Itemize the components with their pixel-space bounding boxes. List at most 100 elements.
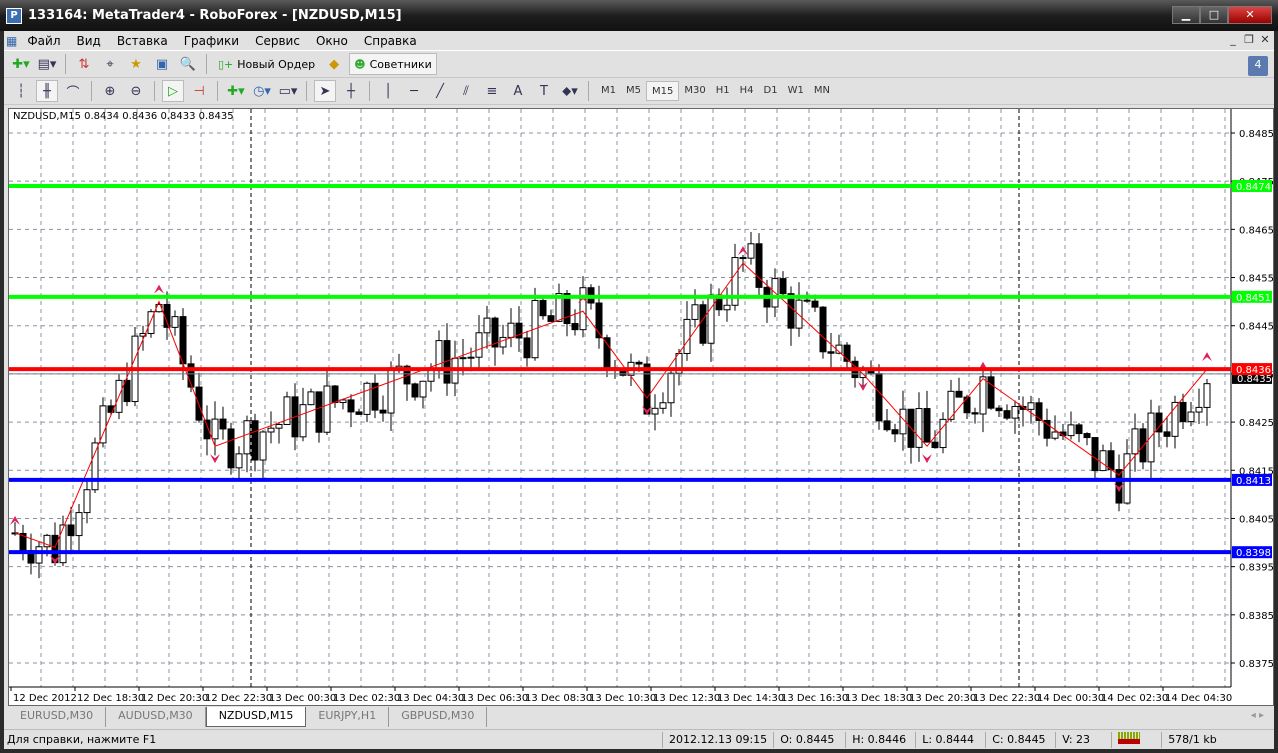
fibonacci-icon[interactable]: ≡ xyxy=(481,80,503,102)
market-watch-icon[interactable]: ⇅ xyxy=(73,53,95,75)
status-low: L: 0.8444 xyxy=(915,731,985,748)
tester-icon[interactable]: 🔍 xyxy=(177,53,199,75)
menu-4[interactable]: Сервис xyxy=(247,34,308,48)
bear-candle-body xyxy=(891,429,899,435)
notifications-badge[interactable]: 4 xyxy=(1248,56,1268,76)
new-order-button[interactable]: ▯+ Новый Ордер xyxy=(214,53,319,75)
chart-shift-icon[interactable]: ⊣ xyxy=(188,80,210,102)
text-label-icon[interactable]: T xyxy=(533,80,555,102)
terminal-icon[interactable]: ▣ xyxy=(151,53,173,75)
bear-candle-body xyxy=(523,337,531,359)
channel-icon[interactable]: ⫽ xyxy=(455,80,477,102)
price-tick-label: 0.8445 xyxy=(1239,322,1273,333)
autoscroll-icon[interactable]: ▷ xyxy=(162,80,184,102)
menu-6[interactable]: Справка xyxy=(356,34,425,48)
bull-candle-body xyxy=(979,376,987,415)
warning-icon[interactable]: ◆ xyxy=(323,53,345,75)
menu-5[interactable]: Окно xyxy=(308,34,356,48)
tab-eurjpy-h1[interactable]: EURJPY,H1 xyxy=(306,707,390,727)
profiles-icon[interactable]: ▤▾ xyxy=(36,53,58,75)
bull-candle-body xyxy=(323,385,331,433)
bear-candle-body xyxy=(411,383,419,398)
tab-scroll-arrows[interactable]: ◂ ▸ xyxy=(1251,710,1264,721)
candle xyxy=(1067,411,1075,440)
minimize-button[interactable]: ▁ xyxy=(1172,6,1200,24)
bear-candle-body xyxy=(1179,401,1187,423)
timeframe-m5[interactable]: M5 xyxy=(621,81,646,101)
vertical-line-icon[interactable]: │ xyxy=(377,80,399,102)
cursor-icon[interactable]: ➤ xyxy=(314,80,336,102)
tab-nzdusd-m15[interactable]: NZDUSD,M15 xyxy=(205,707,307,727)
connection-icon xyxy=(1111,731,1161,748)
bull-candle-body xyxy=(1187,411,1195,423)
price-chart[interactable]: 0.84850.84750.84650.84550.84450.84350.84… xyxy=(9,109,1274,705)
menu-0[interactable]: Файл xyxy=(19,34,68,48)
candle xyxy=(539,297,547,320)
bull-candle-body xyxy=(475,332,483,358)
bull-candle-body xyxy=(1011,405,1019,419)
navigator-icon[interactable]: ★ xyxy=(125,53,147,75)
candle xyxy=(1043,408,1051,447)
bear-candle-body xyxy=(379,409,387,414)
zoom-in-icon[interactable]: ⊕ xyxy=(99,80,121,102)
text-icon[interactable]: A xyxy=(507,80,529,102)
bear-candle-body xyxy=(971,412,979,415)
bull-candle-body xyxy=(723,304,731,311)
bear-candle-body xyxy=(987,376,995,409)
bull-candle-body xyxy=(915,408,923,448)
timeframe-d1[interactable]: D1 xyxy=(759,81,783,101)
trendline-icon[interactable]: ╱ xyxy=(429,80,451,102)
menu-3[interactable]: Графики xyxy=(176,34,247,48)
candle xyxy=(891,423,899,443)
timeframe-m30[interactable]: M30 xyxy=(679,81,710,101)
tab-audusd-m30[interactable]: AUDUSD,M30 xyxy=(106,707,206,727)
timeframe-h4[interactable]: H4 xyxy=(735,81,759,101)
periods-icon[interactable]: ◷▾ xyxy=(251,80,273,102)
maximize-button[interactable]: □ xyxy=(1200,6,1228,24)
zoom-out-icon[interactable]: ⊖ xyxy=(125,80,147,102)
data-window-icon[interactable]: ⌖ xyxy=(99,53,121,75)
mdi-restore-button[interactable]: ❐ xyxy=(1242,33,1256,47)
menu-2[interactable]: Вставка xyxy=(109,34,176,48)
status-volume: V: 23 xyxy=(1055,731,1111,748)
line-chart-icon[interactable]: ⌒ xyxy=(62,80,84,102)
chart-area[interactable]: 0.84850.84750.84650.84550.84450.84350.84… xyxy=(8,108,1274,706)
templates-icon[interactable]: ▭▾ xyxy=(277,80,299,102)
new-order-icon: ▯+ xyxy=(218,57,234,71)
candle xyxy=(379,395,387,422)
candle xyxy=(1011,400,1019,434)
new-chart-icon[interactable]: ✚▾ xyxy=(10,53,32,75)
candle xyxy=(643,356,651,415)
candlestick-icon[interactable]: ╫ xyxy=(36,80,58,102)
close-button[interactable]: ✕ xyxy=(1228,6,1272,24)
mdi-minimize-button[interactable]: _ xyxy=(1226,33,1240,47)
tab-eurusd-m30[interactable]: EURUSD,M30 xyxy=(8,707,107,727)
fractal-up-arrow xyxy=(738,246,748,256)
timeframe-h1[interactable]: H1 xyxy=(711,81,735,101)
crosshair-icon[interactable]: ┼ xyxy=(340,80,362,102)
menu-1[interactable]: Вид xyxy=(69,34,109,48)
experts-button[interactable]: ☻ Советники xyxy=(349,53,437,75)
bear-candle-body xyxy=(755,243,763,288)
timeframe-mn[interactable]: MN xyxy=(809,81,835,101)
horizontal-line-icon[interactable]: ─ xyxy=(403,80,425,102)
candle xyxy=(971,407,979,424)
bull-candle-body xyxy=(1131,428,1139,455)
price-tick-label: 0.8485 xyxy=(1239,129,1273,140)
candle xyxy=(915,392,923,462)
tab-gbpusd-m30[interactable]: GBPUSD,M30 xyxy=(389,707,488,727)
candle xyxy=(651,394,659,431)
mdi-close-button[interactable]: ✕ xyxy=(1258,33,1272,47)
timeframe-m1[interactable]: M1 xyxy=(596,81,621,101)
indicators-icon[interactable]: ✚▾ xyxy=(225,80,247,102)
timeframe-w1[interactable]: W1 xyxy=(783,81,809,101)
bull-candle-body xyxy=(651,407,659,415)
timeframe-m15[interactable]: M15 xyxy=(646,81,680,101)
candle xyxy=(1083,432,1091,446)
chart-window-icon[interactable]: ▦ xyxy=(4,34,19,48)
bar-chart-icon[interactable]: ┆ xyxy=(10,80,32,102)
time-label: 13 Dec 08:30 xyxy=(525,693,592,704)
time-label: 12 Dec 18:30 xyxy=(77,693,144,704)
arrows-icon[interactable]: ⬥▾ xyxy=(559,80,581,102)
chart-tabs: EURUSD,M30 AUDUSD,M30 NZDUSD,M15 EURJPY,H1 G… xyxy=(8,707,1274,727)
